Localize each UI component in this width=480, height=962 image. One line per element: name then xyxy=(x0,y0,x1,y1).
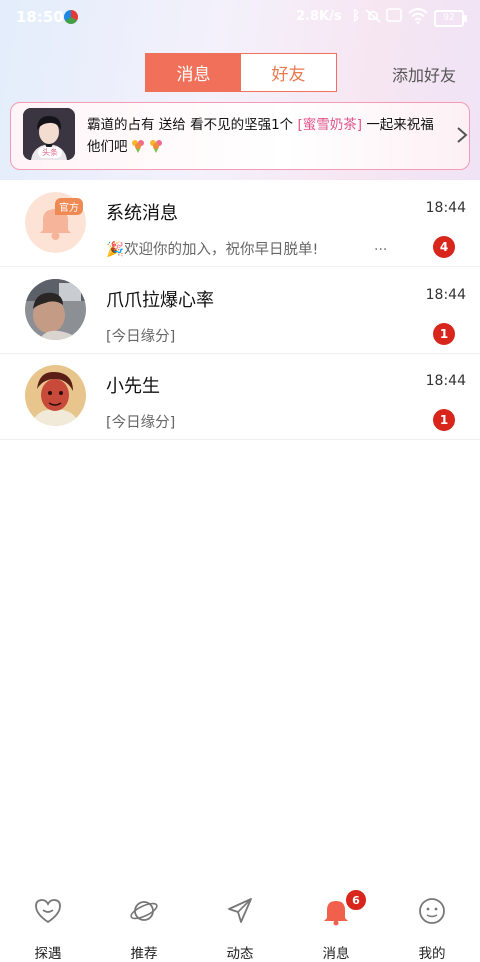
nav-unread-badge: 6 xyxy=(345,889,367,911)
unread-badge: 1 xyxy=(433,323,455,345)
nav-label: 动态 xyxy=(226,946,254,962)
chat-item-system[interactable]: 官方 系统消息 18:44 🎉欢迎你的加入，祝你早日脱单! ... 4 xyxy=(0,180,480,267)
battery-icon: 92 xyxy=(434,10,467,27)
gift-broadcast-banner[interactable]: 头条 霸道的占有 送给 看不见的坚强1个 [蜜雪奶茶] 一起来祝福他们吧 xyxy=(10,102,470,170)
unread-badge: 4 xyxy=(433,236,455,258)
nav-item-recommend[interactable]: 推荐 xyxy=(109,890,179,962)
tab-friends[interactable]: 好友 xyxy=(241,54,336,91)
nav-item-explore[interactable]: 探遇 xyxy=(13,890,83,962)
nav-label: 消息 xyxy=(322,946,350,962)
chat-preview: [今日缘分] xyxy=(106,415,176,431)
official-badge: 官方 xyxy=(55,198,83,215)
chat-time: 18:44 xyxy=(425,200,466,216)
banner-gift-name: [蜜雪奶茶] xyxy=(297,117,363,133)
nav-item-messages[interactable]: 6 消息 xyxy=(301,889,371,962)
wifi-icon xyxy=(408,8,428,28)
chevron-right-icon[interactable] xyxy=(455,126,469,144)
nav-item-profile[interactable]: 我的 xyxy=(397,890,467,962)
heart-icon xyxy=(35,899,61,924)
status-bar: 18:50 2.8K/s ᛒ 92 xyxy=(0,0,480,34)
banner-avatar: 头条 xyxy=(23,108,75,160)
chat-name: 小先生 xyxy=(106,376,160,397)
network-speed: 2.8K/s xyxy=(296,9,342,24)
chat-name: 爪爪拉爆心率 xyxy=(106,290,214,311)
bouquet-icon xyxy=(131,140,144,153)
planet-icon xyxy=(130,901,158,921)
message-friend-tabs: 消息 好友 xyxy=(145,53,337,92)
chat-preview: 🎉欢迎你的加入，祝你早日脱单! xyxy=(106,238,318,259)
chat-item-user[interactable]: 小先生 18:44 [今日缘分] 1 xyxy=(0,353,480,440)
nav-label: 推荐 xyxy=(130,946,158,962)
nav-item-moments[interactable]: 动态 xyxy=(205,890,275,962)
nav-label: 探遇 xyxy=(34,946,62,962)
banner-avatar-badge: 头条 xyxy=(38,147,62,158)
user-avatar xyxy=(25,279,86,340)
sim-icon xyxy=(386,8,402,26)
add-friend-button[interactable]: 添加好友 xyxy=(392,62,456,86)
bottom-navigation: 探遇 推荐 动态 6 消息 我的 xyxy=(0,880,480,962)
chat-time: 18:44 xyxy=(425,373,466,389)
banner-message: 霸道的占有 送给 看不见的坚强1个 [蜜雪奶茶] 一起来祝福他们吧 xyxy=(87,114,445,158)
unread-badge: 1 xyxy=(433,409,455,431)
status-time: 18:50 xyxy=(16,8,64,26)
app-notification-icon xyxy=(64,10,78,24)
chat-preview-text: 欢迎你的加入，祝你早日脱单! xyxy=(124,242,319,258)
smile-icon xyxy=(419,898,445,924)
chat-time: 18:44 xyxy=(425,287,466,303)
user-avatar xyxy=(25,365,86,426)
tab-messages[interactable]: 消息 xyxy=(146,54,241,91)
send-icon xyxy=(228,898,252,923)
bluetooth-icon: ᛒ xyxy=(352,8,361,24)
banner-text-main: 霸道的占有 送给 看不见的坚强1个 xyxy=(87,117,294,133)
bouquet-icon xyxy=(149,140,162,153)
chat-preview-ellipsis: ... xyxy=(374,238,388,254)
chat-item-user[interactable]: 爪爪拉爆心率 18:44 [今日缘分] 1 xyxy=(0,267,480,354)
chat-name: 系统消息 xyxy=(106,203,178,224)
nav-label: 我的 xyxy=(418,946,446,962)
party-popper-icon: 🎉 xyxy=(106,242,125,258)
mute-icon xyxy=(364,8,382,28)
chat-preview: [今日缘分] xyxy=(106,329,176,345)
